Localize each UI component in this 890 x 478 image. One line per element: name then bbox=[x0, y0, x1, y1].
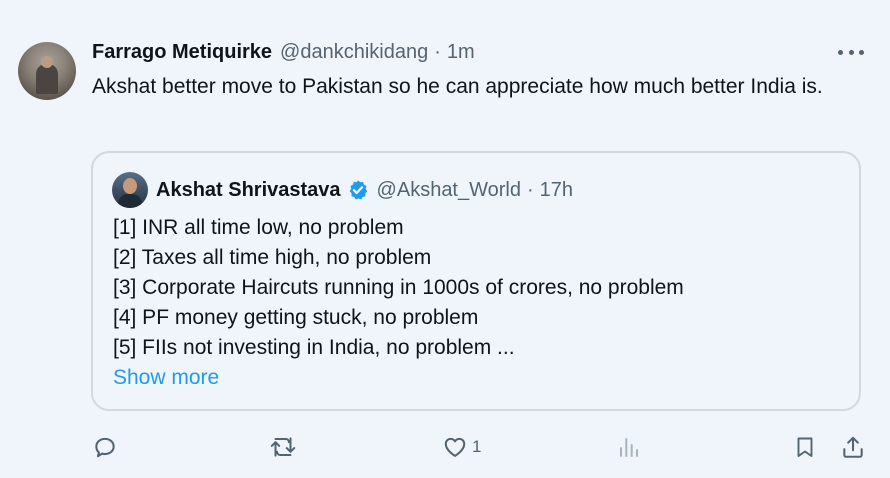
tweet-header: Farrago Metiquirke @dankchikidang · 1m bbox=[92, 38, 475, 66]
separator-dot: · bbox=[434, 40, 441, 63]
like-count: 1 bbox=[472, 437, 482, 456]
share-button[interactable] bbox=[840, 430, 866, 464]
reply-icon bbox=[95, 437, 115, 458]
author-handle[interactable]: @dankchikidang bbox=[280, 41, 428, 64]
author-name[interactable]: Farrago Metiquirke bbox=[92, 41, 272, 64]
quoted-tweet-card[interactable]: Akshat Shrivastava @Akshat_World · 17h [… bbox=[91, 151, 861, 411]
more-dot bbox=[859, 49, 864, 55]
quoted-author-avatar[interactable] bbox=[112, 172, 148, 208]
tweet-time[interactable]: 1m bbox=[447, 41, 475, 64]
verified-badge-icon bbox=[349, 180, 367, 200]
retweet-icon bbox=[270, 437, 296, 457]
bookmark-icon bbox=[797, 437, 813, 457]
quoted-line: [4] PF money getting stuck, no problem bbox=[113, 306, 479, 329]
quoted-line: [2] Taxes all time high, no problem bbox=[113, 246, 432, 269]
more-options-icon[interactable] bbox=[838, 41, 864, 63]
bookmark-button[interactable] bbox=[793, 430, 817, 464]
author-avatar[interactable] bbox=[18, 42, 76, 100]
like-button[interactable]: 1 bbox=[442, 430, 481, 464]
quoted-tweet-time[interactable]: 17h bbox=[540, 179, 573, 202]
tweet-text: Akshat better move to Pakistan so he can… bbox=[92, 75, 823, 98]
quoted-line: [5] FIIs not investing in India, no prob… bbox=[113, 336, 515, 359]
show-more-link[interactable]: Show more bbox=[113, 363, 219, 393]
reply-button[interactable] bbox=[92, 430, 118, 464]
more-dot bbox=[848, 49, 854, 55]
avatar-figure bbox=[36, 64, 58, 94]
share-icon bbox=[843, 436, 863, 458]
more-dot bbox=[838, 49, 843, 55]
heart-icon bbox=[444, 437, 466, 457]
quoted-author-handle[interactable]: @Akshat_World bbox=[377, 179, 521, 202]
avatar-body bbox=[118, 194, 142, 208]
separator-dot: · bbox=[526, 178, 534, 201]
tweet-actions-bar: 1 bbox=[0, 430, 890, 464]
avatar-head bbox=[41, 56, 53, 68]
avatar-face bbox=[123, 178, 137, 194]
quoted-tweet-header: Akshat Shrivastava @Akshat_World · 17h bbox=[156, 175, 573, 205]
quoted-line: [1] INR all time low, no problem bbox=[113, 216, 404, 239]
views-icon bbox=[620, 438, 638, 457]
quoted-tweet-text: [1] INR all time low, no problem [2] Tax… bbox=[113, 213, 843, 363]
quoted-author-name[interactable]: Akshat Shrivastava bbox=[156, 179, 341, 202]
views-button[interactable] bbox=[617, 430, 641, 464]
retweet-button[interactable] bbox=[268, 430, 298, 464]
quoted-line: [3] Corporate Haircuts running in 1000s … bbox=[113, 276, 684, 299]
